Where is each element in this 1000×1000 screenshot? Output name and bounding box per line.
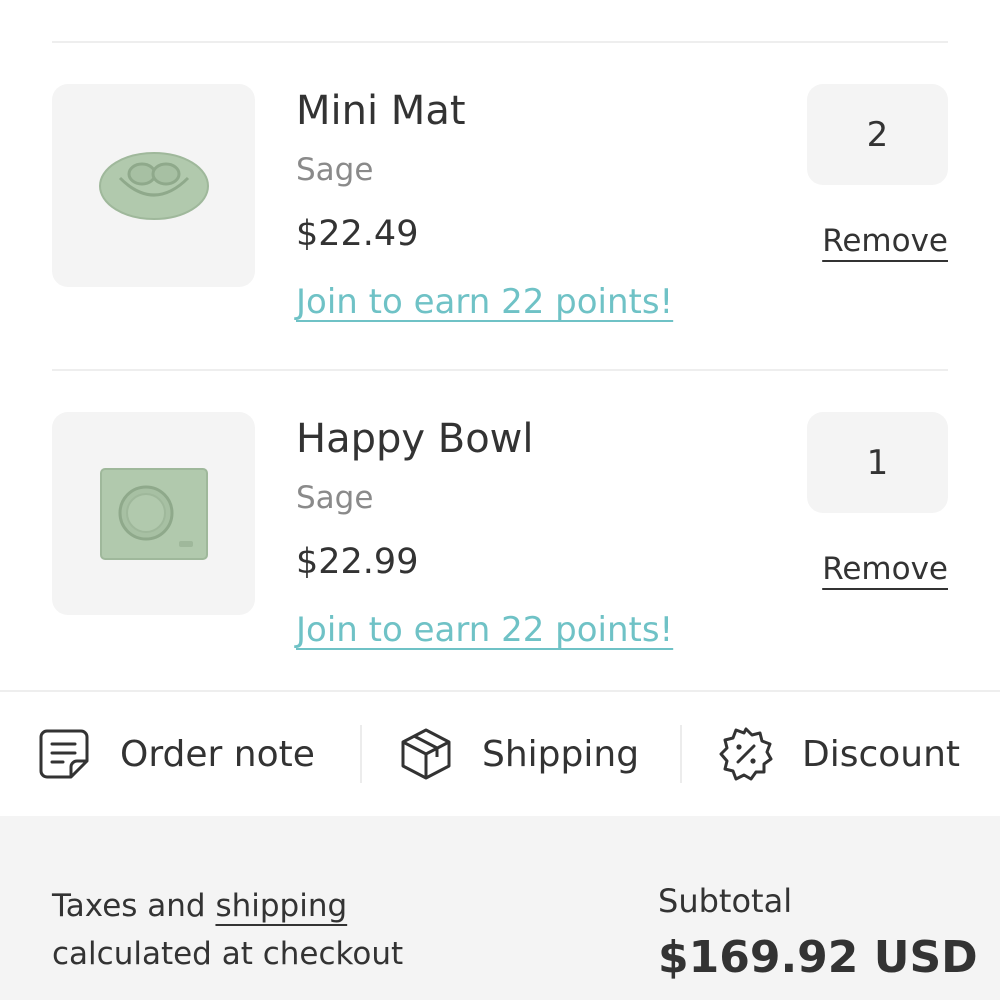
remove-button[interactable]: Remove [822, 551, 948, 587]
cart-item: Mini Mat Sage $22.49 Join to earn 22 poi… [0, 84, 1000, 384]
discount-badge-icon [718, 726, 774, 782]
shipping-button[interactable]: Shipping [362, 692, 680, 816]
shipping-label: Shipping [482, 733, 640, 775]
item-divider [52, 369, 948, 371]
taxes-suffix: calculated at checkout [52, 936, 404, 972]
cart-item: Happy Bowl Sage $22.99 Join to earn 22 p… [0, 412, 1000, 712]
note-icon [36, 726, 92, 782]
product-name[interactable]: Happy Bowl [296, 416, 534, 462]
discount-label: Discount [802, 733, 961, 775]
top-divider [52, 41, 948, 43]
product-variant: Sage [296, 152, 374, 188]
cart-actions-bar: Order note Shipping Discount [0, 692, 1000, 816]
quantity-input[interactable]: 2 [807, 84, 948, 185]
product-image[interactable] [52, 412, 255, 615]
mini-mat-product-image [98, 151, 209, 220]
product-price: $22.49 [296, 214, 419, 254]
happy-bowl-product-image [99, 467, 208, 560]
quantity-input[interactable]: 1 [807, 412, 948, 513]
taxes-note: Taxes and shipping calculated at checkou… [52, 882, 403, 978]
order-note-button[interactable]: Order note [0, 692, 360, 816]
subtotal-label: Subtotal [658, 882, 793, 920]
earn-points-link[interactable]: Join to earn 22 points! [296, 282, 673, 322]
product-price: $22.99 [296, 542, 419, 582]
remove-button[interactable]: Remove [822, 223, 948, 259]
product-image[interactable] [52, 84, 255, 287]
product-variant: Sage [296, 480, 374, 516]
subtotal-value: $169.92 USD [658, 932, 978, 983]
product-name[interactable]: Mini Mat [296, 88, 466, 134]
earn-points-link[interactable]: Join to earn 22 points! [296, 610, 673, 650]
order-note-label: Order note [120, 733, 315, 775]
taxes-prefix: Taxes and [52, 888, 206, 924]
discount-button[interactable]: Discount [682, 692, 960, 816]
checkout-summary: Taxes and shipping calculated at checkou… [0, 816, 1000, 1000]
shipping-policy-link[interactable]: shipping [215, 888, 347, 924]
box-icon [398, 726, 454, 782]
